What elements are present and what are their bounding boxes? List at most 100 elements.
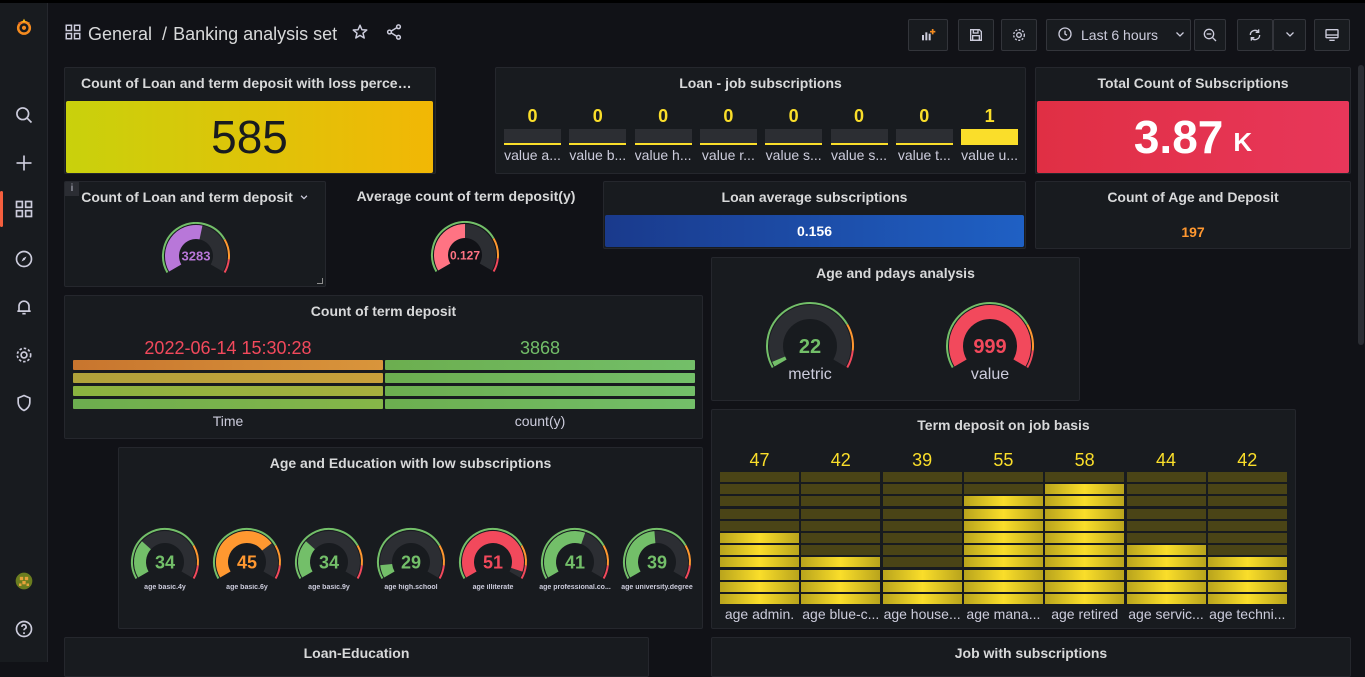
bar-cell (882, 545, 962, 556)
bar-value: 0 (788, 106, 799, 126)
panel-loan-education[interactable]: Loan-Education (64, 637, 649, 677)
zoom-out-button[interactable] (1194, 19, 1226, 51)
chevron-down-icon (1284, 27, 1296, 43)
gauge-graphic: 41 (541, 528, 609, 579)
panel-title: Average count of term deposit(y) (356, 188, 576, 204)
gauge-value: 51 (483, 552, 503, 572)
grafana-logo-icon[interactable] (12, 15, 36, 39)
bar-value: 55 (993, 450, 1014, 470)
bar-cell (801, 545, 881, 556)
refresh-interval-dropdown[interactable] (1273, 19, 1306, 51)
panel-loan-term-loss[interactable]: Count of Loan and term deposit with loss… (64, 67, 436, 174)
stat-background: 3.87 K (1037, 101, 1349, 173)
gauge-label: age university.degree (621, 584, 693, 591)
bar-label: age blue-c... (802, 606, 880, 623)
bar-cell (720, 545, 799, 556)
gauge: 41 (541, 528, 609, 579)
bar-cell (1207, 520, 1287, 531)
gauge-value: 999 (973, 336, 1006, 358)
configuration-gear-icon[interactable] (12, 343, 36, 367)
bar-cell (963, 508, 1043, 519)
panel-menu-chevron-icon[interactable] (299, 189, 309, 205)
time-range-picker[interactable]: Last 6 hours (1046, 19, 1191, 51)
bar-cell (830, 129, 888, 145)
gauge-value: 41 (565, 552, 585, 572)
panel-count-loan-term[interactable]: i Count of Loan and term deposit 3283 (64, 181, 326, 287)
share-icon[interactable] (385, 23, 403, 46)
resize-handle[interactable] (317, 278, 323, 284)
search-icon[interactable] (12, 103, 36, 127)
add-panel-button[interactable] (908, 19, 948, 51)
panel-term-job-basis[interactable]: Term deposit on job basis 47 age admin. 4… (711, 409, 1296, 629)
dashboard-settings-button[interactable] (1001, 19, 1037, 51)
gauge: 34 (295, 528, 363, 579)
bar-label: value t... (897, 147, 951, 163)
bar-label: age mana... (966, 606, 1041, 623)
gauge-value: 29 (401, 552, 421, 572)
gauge-label: age professional.co... (539, 584, 611, 591)
active-indicator (0, 191, 3, 227)
gauge-graphic: 45 (213, 528, 281, 579)
bar-gauge-item: 0 value r... (699, 106, 757, 166)
breadcrumb-folder[interactable]: General (88, 24, 152, 45)
bar-label: value u... (961, 147, 1018, 163)
panel-average-term-deposit[interactable]: Average count of term deposit(y) 0.127 (335, 181, 597, 287)
panel-age-education[interactable]: Age and Education with low subscriptions… (118, 447, 703, 629)
panel-age-pdays[interactable]: Age and pdays analysis 22 metric 999 value (711, 257, 1080, 401)
dashboard-title[interactable]: Banking analysis set (173, 24, 337, 45)
bar-value: 0 (527, 106, 538, 126)
gauge-fill (380, 563, 395, 578)
stat-value: 3.87 (1133, 111, 1224, 163)
panel-title: Total Count of Subscriptions (1097, 75, 1289, 91)
breadcrumb-separator: / (162, 24, 168, 44)
panel-title: Count of term deposit (310, 303, 457, 319)
server-admin-shield-icon[interactable] (12, 391, 36, 415)
bar-cell (73, 360, 383, 370)
gauge: 22 (766, 302, 854, 368)
panel-total-subscriptions[interactable]: Total Count of Subscriptions 3.87 K (1035, 67, 1351, 174)
bar-cell (1126, 569, 1206, 580)
gauge-value: 22 (799, 336, 821, 358)
panel-loan-job-subscriptions[interactable]: Loan - job subscriptions 0 value a... 0 v… (495, 67, 1026, 174)
bar-cell (963, 569, 1043, 580)
gauge: 39 (623, 528, 691, 579)
bar-cell (801, 472, 881, 482)
bar-cell (1045, 532, 1125, 543)
bar-cell (1207, 557, 1287, 568)
panel-count-term-deposit[interactable]: Count of term deposit 2022-06-14 15:30:2… (64, 295, 703, 439)
panel-title: Count of Loan and term deposit with loss… (81, 75, 431, 91)
gauge-label: value (970, 366, 1010, 383)
panel-count-age-deposit[interactable]: Count of Age and Deposit 197 (1035, 181, 1351, 249)
panel-loan-average[interactable]: Loan average subscriptions 0.156 (603, 181, 1026, 249)
bar-label: value a... (504, 147, 561, 163)
bar-cell (1045, 472, 1125, 482)
bar-cell (801, 581, 881, 592)
bar-cell (963, 545, 1043, 556)
alerting-bell-icon[interactable] (12, 295, 36, 319)
bar-cell (73, 399, 383, 409)
gauge-label: age basic.6y (226, 584, 268, 591)
star-icon[interactable] (351, 23, 369, 46)
panel-title: Count of Age and Deposit (1107, 189, 1279, 205)
bar-cell (801, 508, 881, 519)
plus-icon[interactable] (12, 151, 36, 175)
save-dashboard-button[interactable] (958, 19, 994, 51)
bar-cell (385, 373, 695, 383)
panel-job-subscriptions[interactable]: Job with subscriptions (711, 637, 1351, 677)
bar-cell (882, 557, 962, 568)
gauge-label: age basic.9y (308, 584, 350, 591)
explore-compass-icon[interactable] (12, 247, 36, 271)
refresh-button[interactable] (1237, 19, 1273, 51)
bar-gauge-item: 3868 count(y) (385, 338, 695, 430)
bar-label: age house... (883, 606, 961, 623)
page-scrollbar[interactable] (1358, 65, 1364, 345)
gauge-graphic: 3283 (162, 222, 230, 273)
help-icon[interactable] (12, 617, 36, 641)
tv-mode-button[interactable] (1314, 19, 1350, 51)
user-avatar-icon[interactable] (12, 569, 36, 593)
bar-cell (963, 472, 1043, 482)
bar-cell (1207, 569, 1287, 580)
dashboards-icon[interactable] (12, 197, 36, 221)
bar-gauge-item: 47 age admin. (720, 450, 799, 622)
bar-cell (882, 508, 962, 519)
